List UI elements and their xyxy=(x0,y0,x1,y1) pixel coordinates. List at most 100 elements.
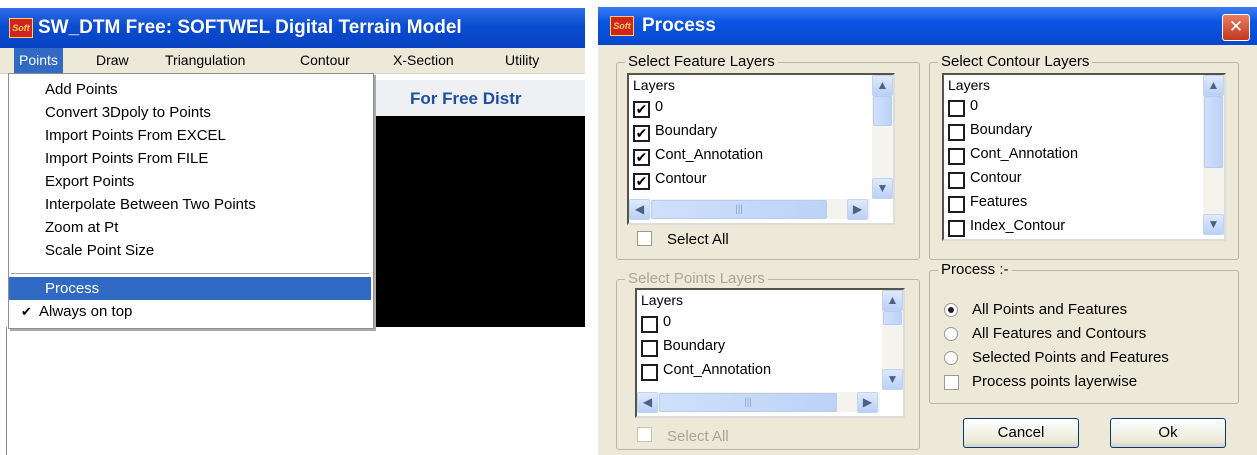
select-all-checkbox[interactable] xyxy=(637,231,652,246)
checkbox[interactable] xyxy=(948,100,965,117)
group-title: Select Points Layers xyxy=(625,270,768,287)
menu-item-label: Scale Point Size xyxy=(45,242,155,259)
scroll-left-icon[interactable]: ◀ xyxy=(629,199,650,220)
menu-item-process[interactable]: Process xyxy=(9,277,371,300)
checkmark-icon: ✔ xyxy=(21,304,32,319)
ok-button[interactable]: Ok xyxy=(1110,418,1226,448)
feature-layers-group: Select Feature Layers Layers ✔ 0 ✔ Boundar… xyxy=(616,53,920,260)
menu-item-label: Interpolate Between Two Points xyxy=(45,196,256,213)
scroll-right-icon[interactable]: ▶ xyxy=(857,392,878,413)
contour-layers-listbox[interactable]: Layers 0 Boundary Cont_Annotation Contou… xyxy=(942,73,1226,241)
app-title-bar[interactable]: Soft SW_DTM Free: SOFTWEL Digital Terrai… xyxy=(0,8,585,48)
points-dropdown-menu: Add Points Convert 3Dpoly to Points Impo… xyxy=(8,73,374,329)
menu-item-zoom-at-pt[interactable]: Zoom at Pt xyxy=(9,216,371,239)
scroll-thumb[interactable] xyxy=(1204,96,1223,168)
banner-text: For Free Distr xyxy=(410,89,522,108)
radio-all-features-contours[interactable] xyxy=(944,327,958,341)
menu-item-import-excel[interactable]: Import Points From EXCEL xyxy=(9,124,371,147)
checkbox[interactable] xyxy=(948,220,965,237)
points-layers-group: Select Points Layers Layers 0 Boundary C… xyxy=(616,270,920,450)
menu-item-label: Convert 3Dpoly to Points xyxy=(45,104,211,121)
layer-label: 0 xyxy=(655,99,664,115)
menu-item-label: Add Points xyxy=(45,81,118,98)
select-all-label: Select All xyxy=(667,428,729,445)
vertical-scrollbar[interactable]: ▲ ▼ xyxy=(872,75,893,199)
app-title: SW_DTM Free: SOFTWEL Digital Terrain Mod… xyxy=(38,17,462,38)
cancel-button[interactable]: Cancel xyxy=(963,418,1079,448)
scroll-left-icon[interactable]: ◀ xyxy=(637,392,658,413)
checkbox[interactable] xyxy=(641,364,658,381)
horizontal-scrollbar[interactable]: ◀ ||| ▶ xyxy=(637,392,880,413)
menu-bar: Points Draw Triangulation Contour X-Sect… xyxy=(0,48,585,74)
checkbox[interactable] xyxy=(948,148,965,165)
layerwise-label: Process points layerwise xyxy=(972,373,1138,390)
checkbox-checked[interactable]: ✔ xyxy=(633,101,650,118)
window-border xyxy=(6,327,7,455)
menu-item-add-points[interactable]: Add Points xyxy=(9,78,371,101)
scroll-right-icon[interactable]: ▶ xyxy=(847,199,868,220)
group-title: Select Feature Layers xyxy=(625,53,778,70)
menu-triangulation[interactable]: Triangulation xyxy=(160,48,250,73)
vertical-scrollbar[interactable]: ▲ ▼ xyxy=(882,290,903,390)
checkbox-checked[interactable]: ✔ xyxy=(633,173,650,190)
checkbox-checked[interactable]: ✔ xyxy=(633,125,650,142)
scroll-down-icon[interactable]: ▼ xyxy=(872,178,893,199)
free-distribution-banner: For Free Distr xyxy=(372,80,585,116)
menu-item-label: Always on top xyxy=(39,303,133,320)
layer-label: Index_Contour xyxy=(970,218,1066,234)
list-header: Layers xyxy=(641,292,684,308)
menu-item-label: Import Points From EXCEL xyxy=(45,127,226,144)
radio-all-points-features[interactable] xyxy=(944,303,958,317)
scroll-thumb[interactable] xyxy=(883,311,902,325)
menu-item-import-file[interactable]: Import Points From FILE xyxy=(9,147,371,170)
scroll-thumb[interactable] xyxy=(873,96,892,126)
points-layers-listbox[interactable]: Layers 0 Boundary Cont_Annotation ▲ ▼ ◀ … xyxy=(635,288,905,418)
scroll-up-icon[interactable]: ▲ xyxy=(872,75,893,96)
layer-label: 0 xyxy=(663,314,672,330)
scroll-up-icon[interactable]: ▲ xyxy=(882,290,903,311)
vertical-scrollbar[interactable]: ▲ ▼ xyxy=(1203,75,1224,235)
menu-item-scale-point-size[interactable]: Scale Point Size xyxy=(9,239,371,262)
select-all-checkbox[interactable] xyxy=(637,427,652,442)
scroll-up-icon[interactable]: ▲ xyxy=(1203,75,1224,96)
close-button[interactable]: ✕ xyxy=(1222,14,1250,41)
radio-selected-points-features[interactable] xyxy=(944,351,958,365)
layer-label: Contour xyxy=(655,171,707,187)
menu-item-interpolate[interactable]: Interpolate Between Two Points xyxy=(9,193,371,216)
checkbox[interactable] xyxy=(948,172,965,189)
app-logo-icon: Soft xyxy=(610,16,634,36)
option-label: Selected Points and Features xyxy=(972,349,1169,366)
menu-draw[interactable]: Draw xyxy=(91,48,134,73)
dialog-title-bar[interactable]: Soft Process ✕ xyxy=(598,7,1257,45)
checkbox[interactable] xyxy=(641,316,658,333)
checkbox[interactable] xyxy=(948,124,965,141)
select-all-label: Select All xyxy=(667,231,729,248)
list-header: Layers xyxy=(948,77,991,93)
layer-label: Boundary xyxy=(970,122,1033,138)
contour-layers-group: Select Contour Layers Layers 0 Boundary … xyxy=(929,53,1239,260)
menu-item-convert-3dpoly[interactable]: Convert 3Dpoly to Points xyxy=(9,101,371,124)
close-icon: ✕ xyxy=(1228,17,1244,36)
layer-label: Cont_Annotation xyxy=(970,146,1079,162)
checkbox[interactable] xyxy=(948,196,965,213)
drawing-canvas[interactable] xyxy=(372,116,585,327)
menu-x-section[interactable]: X-Section xyxy=(388,48,459,73)
menu-item-export-points[interactable]: Export Points xyxy=(9,170,371,193)
scroll-down-icon[interactable]: ▼ xyxy=(1203,214,1224,235)
menu-item-always-on-top[interactable]: ✔ Always on top xyxy=(9,300,371,323)
process-options-group: Process :- All Points and Features All F… xyxy=(929,261,1239,404)
feature-layers-listbox[interactable]: Layers ✔ 0 ✔ Boundary ✔ Cont_Annotation ✔ Co… xyxy=(627,73,895,225)
menu-utility[interactable]: Utility xyxy=(500,48,544,73)
menu-points[interactable]: Points xyxy=(14,48,63,73)
checkbox-checked[interactable]: ✔ xyxy=(633,149,650,166)
checkbox[interactable] xyxy=(641,340,658,357)
scroll-thumb[interactable]: ||| xyxy=(659,393,837,412)
scroll-thumb[interactable]: ||| xyxy=(651,200,827,219)
scroll-down-icon[interactable]: ▼ xyxy=(882,369,903,390)
process-layerwise-checkbox[interactable] xyxy=(944,375,959,390)
menu-contour[interactable]: Contour xyxy=(295,48,355,73)
horizontal-scrollbar[interactable]: ◀ ||| ▶ xyxy=(629,199,870,220)
layer-label: Cont_Annotation xyxy=(663,362,772,378)
app-logo-icon: Soft xyxy=(9,18,33,38)
layer-label: Contour xyxy=(970,170,1022,186)
